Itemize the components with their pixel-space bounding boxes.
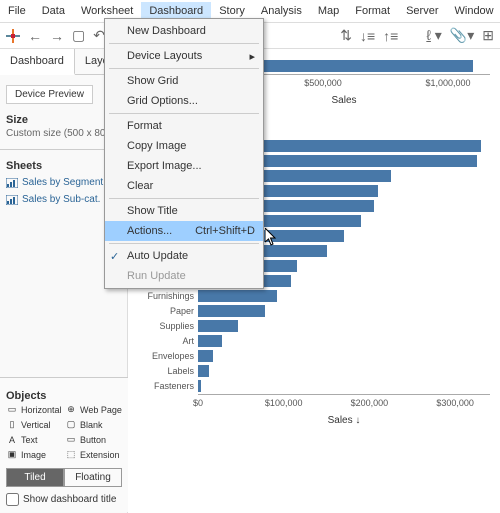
bar-row[interactable]: Labels	[138, 364, 490, 378]
bar-row[interactable]: Supplies	[138, 319, 490, 333]
dashboard-menu-dropdown: New Dashboard Device Layouts▸ Show GridGri…	[104, 18, 264, 289]
worksheet-icon	[6, 195, 18, 205]
menu-item-show-grid[interactable]: Show Grid	[105, 71, 263, 91]
object-button[interactable]: ▭Button	[65, 434, 122, 445]
object-icon: ⊕	[65, 404, 77, 415]
bar-label: Labels	[138, 366, 198, 376]
axis-label: Sales ↓	[198, 415, 490, 426]
swap-icon[interactable]: ⇅	[340, 27, 352, 44]
bar-fill	[198, 350, 213, 362]
bar-label: Envelopes	[138, 351, 198, 361]
axis-tick: $200,000	[351, 398, 389, 408]
object-icon: ▣	[6, 449, 18, 460]
axis-tick: $100,000	[265, 398, 303, 408]
menu-file[interactable]: File	[0, 2, 34, 20]
device-preview-button[interactable]: Device Preview	[6, 85, 93, 104]
highlight-icon[interactable]: ℓ ▾	[426, 27, 441, 44]
menu-item-grid-options-[interactable]: Grid Options...	[105, 91, 263, 111]
tableau-logo-icon	[6, 29, 20, 43]
fit-icon[interactable]: ⊞	[482, 27, 494, 44]
object-horizontal[interactable]: ▭Horizontal	[6, 404, 63, 415]
bar-fill	[198, 335, 222, 347]
bar-label: Supplies	[138, 321, 198, 331]
bar-row[interactable]: Art	[138, 334, 490, 348]
menu-format[interactable]: Format	[347, 2, 398, 20]
show-title-input[interactable]	[6, 493, 19, 506]
menu-item-show-title[interactable]: Show Title	[105, 201, 263, 221]
bar-label: Art	[138, 336, 198, 346]
object-icon: ▢	[65, 419, 77, 430]
axis-tick: $0	[193, 398, 203, 408]
menu-item-auto-update[interactable]: Auto Update✓	[105, 246, 263, 266]
object-icon: A	[6, 435, 18, 445]
menu-window[interactable]: Window	[447, 2, 500, 20]
sort-asc-icon[interactable]: ↓≡	[360, 28, 375, 44]
bar-row[interactable]: Furnishings	[138, 289, 490, 303]
show-dashboard-title-checkbox[interactable]: Show dashboard title	[6, 493, 122, 506]
show-title-label: Show dashboard title	[23, 494, 116, 505]
axis-tick: $300,000	[436, 398, 474, 408]
object-vertical[interactable]: ▯Vertical	[6, 419, 63, 430]
object-web-page[interactable]: ⊕Web Page	[65, 404, 122, 415]
bar-fill	[198, 305, 265, 317]
cursor-icon	[265, 228, 279, 249]
menu-server[interactable]: Server	[398, 2, 446, 20]
object-image[interactable]: ▣Image	[6, 449, 63, 460]
bar-row[interactable]: Fasteners	[138, 379, 490, 393]
object-icon: ▭	[65, 434, 77, 445]
menu-item-new-dashboard[interactable]: New Dashboard	[105, 21, 263, 41]
objects-panel: Objects ▭Horizontal⊕Web Page▯Vertical▢Bl…	[0, 377, 128, 512]
objects-title: Objects	[6, 390, 122, 402]
object-icon: ▯	[6, 419, 18, 430]
object-icon: ⬚	[65, 449, 77, 460]
tiled-button[interactable]: Tiled	[6, 468, 64, 487]
save-icon[interactable]: ▢	[72, 27, 85, 44]
tab-dashboard[interactable]: Dashboard	[0, 49, 75, 75]
menu-map[interactable]: Map	[310, 2, 347, 20]
menu-data[interactable]: Data	[34, 2, 73, 20]
object-icon: ▭	[6, 404, 18, 415]
menu-item-format[interactable]: Format	[105, 116, 263, 136]
menu-item-clear[interactable]: Clear	[105, 176, 263, 196]
bar-fill	[198, 290, 277, 302]
bar-fill	[198, 380, 201, 392]
x-axis: $0$100,000$200,000$300,000	[198, 394, 490, 414]
menu-item-device-layouts[interactable]: Device Layouts▸	[105, 46, 263, 66]
bar-fill	[198, 320, 238, 332]
object-blank[interactable]: ▢Blank	[65, 419, 122, 430]
floating-button[interactable]: Floating	[64, 468, 122, 487]
axis-tick: $500,000	[304, 78, 342, 88]
menu-item-export-image-[interactable]: Export Image...	[105, 156, 263, 176]
worksheet-icon	[6, 178, 18, 188]
object-extension[interactable]: ⬚Extension	[65, 449, 122, 460]
menu-item-copy-image[interactable]: Copy Image	[105, 136, 263, 156]
bar-row[interactable]: Envelopes	[138, 349, 490, 363]
bar-fill	[198, 365, 209, 377]
object-text[interactable]: AText	[6, 434, 63, 445]
menu-item-actions-[interactable]: Actions...Ctrl+Shift+D	[105, 221, 263, 241]
axis-tick: $1,000,000	[425, 78, 470, 88]
bar-label: Furnishings	[138, 291, 198, 301]
sort-desc-icon[interactable]: ↑≡	[383, 28, 398, 44]
bar-row[interactable]: Paper	[138, 304, 490, 318]
back-icon[interactable]: ←	[28, 28, 42, 44]
bar-label: Fasteners	[138, 381, 198, 391]
attachment-icon[interactable]: 📎▾	[450, 27, 474, 44]
forward-icon[interactable]: →	[50, 28, 64, 44]
menu-item-run-update: Run Update	[105, 266, 263, 286]
bar-label: Paper	[138, 306, 198, 316]
